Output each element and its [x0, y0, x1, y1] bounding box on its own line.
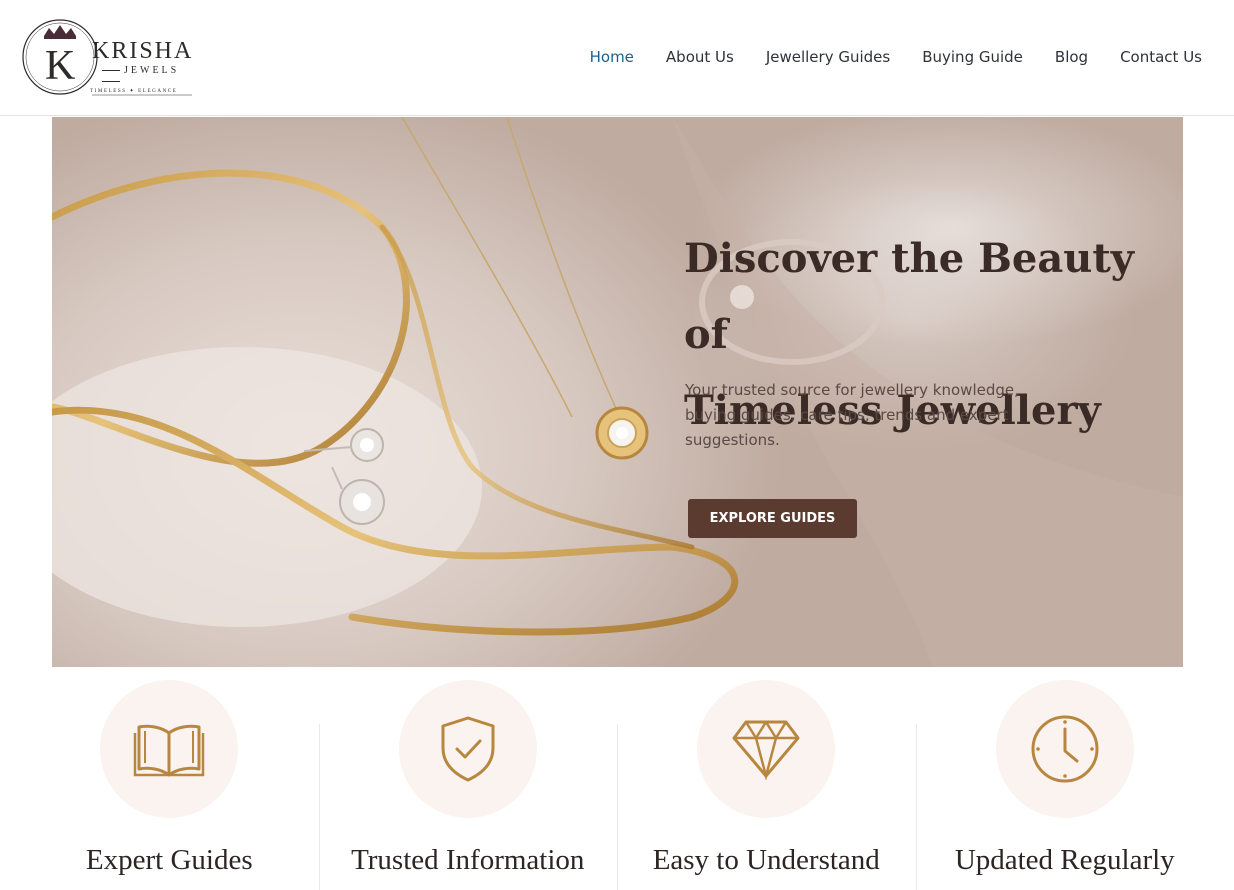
- feature-title: Expert Guides: [85, 844, 253, 876]
- feature-title: Trusted Information: [351, 844, 585, 876]
- brand-name: KRISHA: [92, 38, 194, 64]
- feature-card: Easy to Understand: [617, 672, 916, 890]
- nav-contact-us[interactable]: Contact Us: [1120, 48, 1202, 66]
- nav-about-us[interactable]: About Us: [666, 48, 734, 66]
- hero-title-line-1: Discover the Beauty of: [684, 235, 1135, 358]
- hero-description: Your trusted source for jewellery knowle…: [685, 381, 1019, 449]
- nav-home[interactable]: Home: [590, 48, 634, 66]
- feature-icon-circle: [398, 680, 537, 818]
- brand-tagline: TIMELESS ✦ ELEGANCE: [90, 89, 178, 94]
- feature-icon-circle: [697, 680, 836, 818]
- nav-blog[interactable]: Blog: [1055, 48, 1088, 66]
- open-book-icon: [134, 724, 205, 777]
- hero-banner: Discover the Beauty of Timeless Jeweller…: [52, 117, 1183, 667]
- feature-icon-circle: [100, 680, 239, 818]
- main-nav: Home About Us Jewellery Guides Buying Gu…: [590, 48, 1202, 66]
- feature-card: Updated Regularly: [915, 672, 1215, 890]
- diamond-icon: [732, 720, 800, 780]
- feature-icon-circle: [995, 680, 1134, 818]
- explore-guides-button[interactable]: EXPLORE GUIDES: [688, 499, 857, 538]
- logo-monogram: K: [45, 43, 76, 89]
- site-header: K KRISHA JEWELS TIMELESS ✦ ELEGANCE Home…: [0, 0, 1234, 116]
- feature-title: Easy to Understand: [652, 844, 880, 876]
- feature-card: Expert Guides: [20, 672, 319, 890]
- brand-logo[interactable]: K KRISHA JEWELS TIMELESS ✦ ELEGANCE: [22, 16, 197, 98]
- clock-icon: [1031, 715, 1099, 783]
- feature-card: Trusted Information: [318, 672, 618, 890]
- nav-jewellery-guides[interactable]: Jewellery Guides: [766, 48, 890, 66]
- feature-row: Expert Guides Trusted Information Easy t…: [20, 672, 1214, 890]
- feature-title: Updated Regularly: [954, 844, 1175, 876]
- shield-check-icon: [441, 716, 495, 782]
- nav-buying-guide[interactable]: Buying Guide: [922, 48, 1023, 66]
- brand-subtitle: JEWELS: [98, 65, 197, 87]
